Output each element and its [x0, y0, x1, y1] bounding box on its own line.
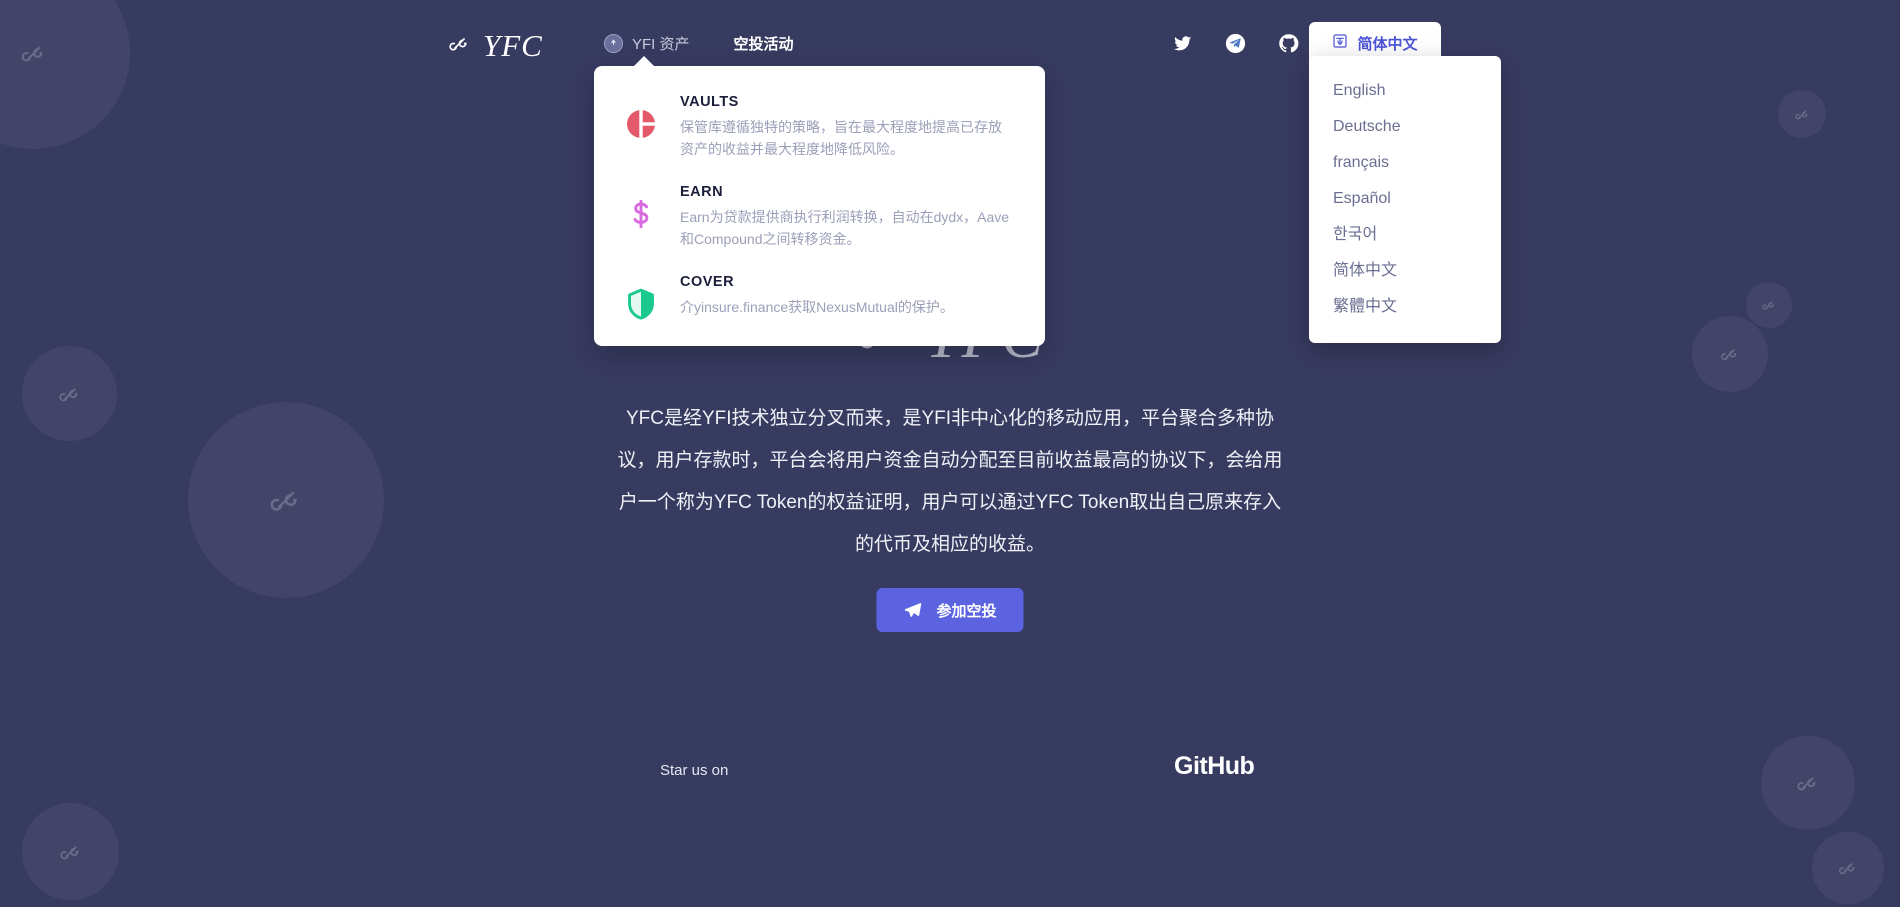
brand-title: YFC [483, 28, 543, 63]
main-nav: YFI 资产 空投活动 [604, 33, 794, 54]
cover-shield-icon [624, 274, 658, 320]
decor-circle [1746, 282, 1792, 328]
github-wordmark-link[interactable]: GitHub [1174, 752, 1255, 781]
language-dropdown-menu: English Deutsche français Español 한국어 简体… [1309, 56, 1501, 343]
vaults-pie-icon [624, 94, 658, 140]
language-option-deutsche[interactable]: Deutsche [1309, 109, 1501, 145]
language-option-english[interactable]: English [1309, 73, 1501, 109]
product-title: COVER [680, 274, 735, 290]
info-badge-icon [604, 34, 623, 53]
product-item-earn[interactable]: EARN Earn为贷款提供商执行利润转换，自动在dydx，Aave和Compo… [624, 184, 1015, 250]
paper-plane-icon [903, 601, 922, 620]
decor-circle [1692, 316, 1768, 392]
decor-circle [1812, 832, 1884, 904]
language-option-korean[interactable]: 한국어 [1309, 217, 1501, 253]
product-description: 保管库遵循独特的策略，旨在最大程度地提高已存放资产的收益并最大程度地降低风险。 [680, 119, 1002, 157]
twitter-icon[interactable] [1172, 33, 1193, 54]
language-globe-icon [1332, 33, 1348, 54]
site-footer: Star us on GitHub [0, 752, 1900, 800]
product-description: 介yinsure.finance获取NexusMutual的保护。 [680, 299, 954, 315]
telegram-icon[interactable] [1225, 33, 1246, 54]
decor-circle [22, 346, 117, 441]
nav-item-label: YFI 资产 [632, 36, 690, 53]
language-option-espanol[interactable]: Español [1309, 181, 1501, 217]
language-option-francais[interactable]: français [1309, 145, 1501, 181]
star-us-on-label: Star us on [660, 762, 729, 779]
yfc-link-logo-icon [447, 31, 472, 61]
nav-item-label: 空投活动 [733, 36, 794, 53]
product-title: VAULTS [680, 94, 739, 110]
nav-item-yfi-assets[interactable]: YFI 资产 [604, 33, 690, 54]
product-title: EARN [680, 184, 724, 200]
social-links [1172, 33, 1299, 54]
product-description: Earn为贷款提供商执行利润转换，自动在dydx，Aave和Compound之间… [680, 209, 1010, 247]
earn-dollar-icon [624, 184, 658, 230]
product-item-vaults[interactable]: VAULTS 保管库遵循独特的策略，旨在最大程度地提高已存放资产的收益并最大程度… [624, 94, 1015, 160]
hero-paragraph: YFC是经YFI技术独立分叉而来，是YFI非中心化的移动应用，平台聚合多种协议，… [617, 408, 1283, 555]
nav-item-airdrop[interactable]: 空投活动 [734, 33, 794, 54]
language-option-simplified-chinese[interactable]: 简体中文 [1309, 253, 1501, 289]
language-selected-label: 简体中文 [1357, 35, 1418, 53]
brand-logo[interactable]: YFC [447, 28, 543, 64]
github-icon[interactable] [1278, 33, 1299, 54]
join-airdrop-button[interactable]: 参加空投 [876, 588, 1024, 632]
join-airdrop-label: 参加空投 [936, 602, 997, 620]
decor-circle [1778, 90, 1826, 138]
products-dropdown-panel: VAULTS 保管库遵循独特的策略，旨在最大程度地提高已存放资产的收益并最大程度… [594, 56, 1045, 346]
language-option-traditional-chinese[interactable]: 繁體中文 [1309, 289, 1501, 325]
decor-circle [188, 402, 384, 598]
decor-circle [22, 803, 119, 900]
product-item-cover[interactable]: COVER 介yinsure.finance获取NexusMutual的保护。 [624, 274, 1015, 320]
